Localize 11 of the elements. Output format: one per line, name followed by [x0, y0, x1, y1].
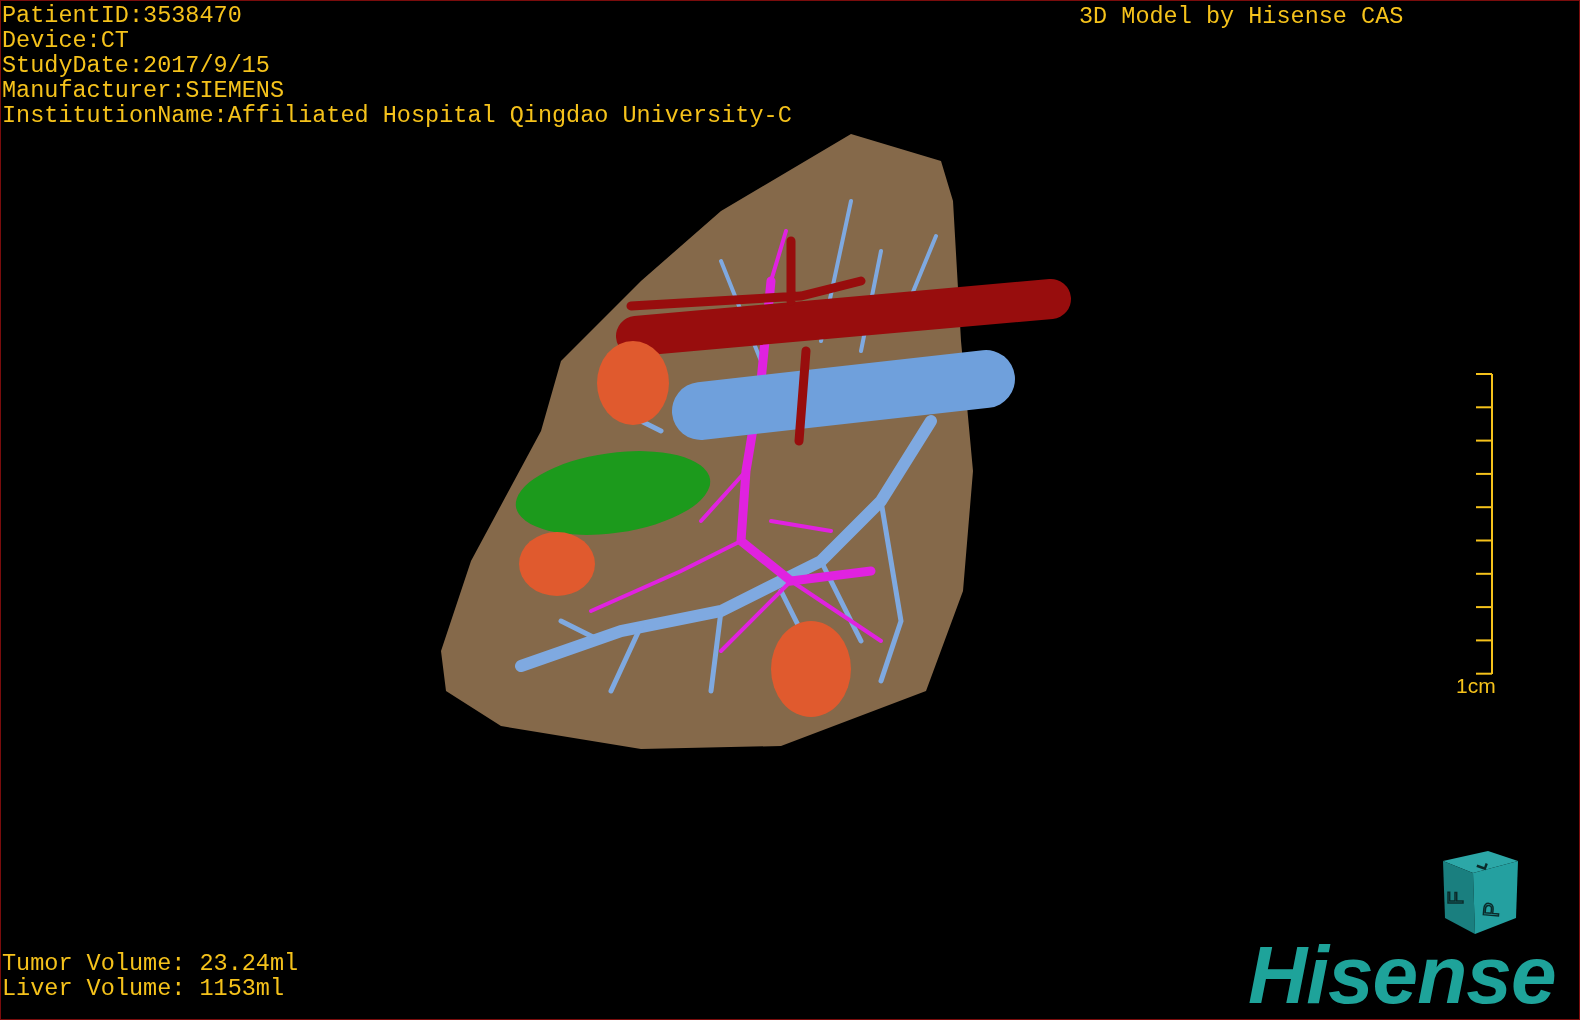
scale-label: 1cm: [1456, 675, 1496, 697]
info-line: PatientID:3538470: [2, 3, 242, 28]
orientation-cube[interactable]: L F P: [1433, 846, 1523, 936]
info-line: Manufacturer:SIEMENS: [2, 78, 285, 103]
info-line: InstitutionName:Affiliated Hospital Qingdao University-C: [2, 103, 792, 128]
info-line: StudyDate:2017/9/15: [2, 53, 270, 78]
brand-logo: Hisense: [1248, 939, 1556, 1011]
viewer-title: 3D Model by Hisense CAS: [1079, 4, 1404, 29]
volume-reading: Tumor Volume: 23.24ml: [2, 951, 299, 976]
info-line: Device:CT: [2, 28, 129, 53]
volume-reading: Liver Volume: 1153ml: [2, 976, 285, 1001]
